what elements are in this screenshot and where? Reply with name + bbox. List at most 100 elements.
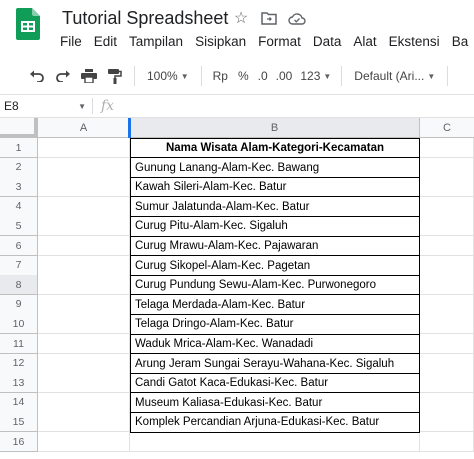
row-header[interactable]: 4 (0, 196, 38, 217)
grid-cell[interactable] (38, 353, 130, 374)
grid-cell[interactable] (420, 294, 474, 315)
column-resize-handle[interactable] (128, 118, 131, 138)
name-box[interactable]: E8 ▼ (0, 95, 92, 117)
row-header[interactable]: 12 (0, 353, 38, 374)
undo-icon[interactable] (24, 64, 50, 88)
decrease-decimal-button[interactable]: .0 (254, 64, 272, 88)
font-select[interactable]: Default (Ari... ▼ (348, 64, 441, 88)
print-icon[interactable] (76, 64, 102, 88)
chevron-down-icon: ▼ (78, 102, 86, 111)
data-cell[interactable]: Gunung Lanang-Alam-Kec. Bawang (130, 157, 420, 179)
data-cell[interactable]: Curug Mrawu-Alam-Kec. Pajawaran (130, 235, 420, 257)
grid-cell[interactable] (38, 255, 130, 276)
menu-view[interactable]: Tampilan (123, 34, 189, 49)
row-header[interactable]: 10 (0, 314, 38, 335)
column-header-a[interactable]: A (38, 118, 130, 138)
column-title-cell[interactable]: Nama Wisata Alam-Kategori-Kecamatan (130, 137, 420, 159)
paint-format-icon[interactable] (102, 64, 128, 88)
star-icon[interactable]: ☆ (232, 8, 250, 28)
grid-cell[interactable] (420, 392, 474, 413)
row-header[interactable]: 7 (0, 255, 38, 276)
grid-cell[interactable] (38, 334, 130, 354)
document-title[interactable]: Tutorial Spreadsheet (62, 8, 228, 29)
menu-file[interactable]: File (54, 34, 88, 49)
row-header[interactable]: 16 (0, 432, 38, 452)
cell-reference: E8 (4, 99, 19, 113)
menu-edit[interactable]: Edit (88, 34, 123, 49)
title-bar: Tutorial Spreadsheet ☆ File Edit Tampila… (0, 0, 474, 58)
currency-format-button[interactable]: Rp (208, 64, 233, 88)
grid-cell[interactable] (420, 255, 474, 276)
row-header[interactable]: 2 (0, 157, 38, 178)
grid-cell[interactable] (38, 275, 130, 296)
grid-cell[interactable] (38, 412, 130, 433)
data-cell[interactable]: Arung Jeram Sungai Serayu-Wahana-Kec. Si… (130, 353, 420, 375)
grid-cell[interactable] (38, 138, 130, 158)
menu-insert[interactable]: Sisipkan (189, 34, 252, 49)
grid-cell[interactable] (38, 392, 130, 413)
grid-cell[interactable] (38, 177, 130, 198)
grid-cell[interactable] (38, 314, 130, 335)
more-formats-select[interactable]: 123 ▼ (296, 64, 335, 88)
menu-help[interactable]: Ba (446, 34, 474, 49)
row-header[interactable]: 11 (0, 334, 38, 354)
column-header-c[interactable]: C (420, 118, 474, 138)
sheets-logo-icon[interactable] (16, 8, 40, 40)
grid-cell[interactable] (420, 275, 474, 296)
data-cell[interactable]: Curug Pitu-Alam-Kec. Sigaluh (130, 215, 420, 237)
zoom-select[interactable]: 100% ▼ (141, 64, 195, 88)
row-header[interactable]: 8 (0, 275, 38, 296)
grid-cell[interactable] (420, 216, 474, 237)
grid-cell[interactable] (420, 314, 474, 335)
grid-cell[interactable] (420, 177, 474, 198)
data-cell[interactable]: Telaga Merdada-Alam-Kec. Batur (130, 294, 420, 316)
data-cell[interactable]: Waduk Mrica-Alam-Kec. Wanadadi (130, 333, 420, 355)
grid-cell[interactable] (420, 334, 474, 354)
data-cell[interactable]: Museum Kaliasa-Edukasi-Kec. Batur (130, 392, 420, 414)
grid-cell[interactable] (420, 138, 474, 158)
formula-input[interactable] (122, 95, 474, 117)
increase-decimal-button[interactable]: .00 (272, 64, 297, 88)
menu-data[interactable]: Data (307, 34, 348, 49)
cloud-status-icon[interactable] (288, 8, 306, 28)
select-all-corner[interactable] (0, 118, 38, 138)
grid-cell[interactable] (420, 432, 474, 452)
grid-cell[interactable] (38, 236, 130, 256)
grid-cell[interactable] (420, 157, 474, 178)
spreadsheet-grid: A B C 1 2 3 4 5 6 7 8 9 10 11 12 13 14 15 16 Nama Wisata… (0, 118, 474, 459)
menu-tools[interactable]: Alat (347, 34, 382, 49)
data-cell[interactable]: Curug Pundung Sewu-Alam-Kec. Purwonegoro (130, 274, 420, 296)
grid-cell[interactable] (38, 432, 130, 452)
data-cell[interactable]: Curug Sikopel-Alam-Kec. Pagetan (130, 255, 420, 277)
grid-cell[interactable] (38, 373, 130, 394)
row-header[interactable]: 9 (0, 294, 38, 315)
row-header[interactable]: 15 (0, 412, 38, 433)
row-header[interactable]: 6 (0, 236, 38, 256)
data-cell[interactable]: Telaga Dringo-Alam-Kec. Batur (130, 313, 420, 335)
data-cell[interactable]: Sumur Jalatunda-Alam-Kec. Batur (130, 196, 420, 218)
row-header[interactable]: 5 (0, 216, 38, 237)
data-cell[interactable]: Komplek Percandian Arjuna-Edukasi-Kec. B… (130, 411, 420, 433)
data-cell[interactable]: Kawah Sileri-Alam-Kec. Batur (130, 176, 420, 198)
grid-cell[interactable] (420, 373, 474, 394)
row-header[interactable]: 13 (0, 373, 38, 394)
grid-cell[interactable] (420, 236, 474, 256)
menu-format[interactable]: Format (252, 34, 307, 49)
grid-cell[interactable] (38, 216, 130, 237)
row-header[interactable]: 1 (0, 138, 38, 158)
data-cell[interactable]: Candi Gatot Kaca-Edukasi-Kec. Batur (130, 372, 420, 394)
grid-cell[interactable] (130, 432, 420, 452)
grid-cell[interactable] (38, 157, 130, 178)
grid-cell[interactable] (420, 412, 474, 433)
grid-cell[interactable] (38, 294, 130, 315)
grid-cell[interactable] (420, 353, 474, 374)
grid-cell[interactable] (38, 196, 130, 217)
row-header[interactable]: 3 (0, 177, 38, 198)
grid-cell[interactable] (420, 196, 474, 217)
percent-format-button[interactable]: % (233, 64, 254, 88)
redo-icon[interactable] (50, 64, 76, 88)
row-header[interactable]: 14 (0, 392, 38, 413)
column-header-b[interactable]: B (130, 118, 420, 138)
menu-extensions[interactable]: Ekstensi (383, 34, 446, 49)
move-folder-icon[interactable] (260, 8, 278, 28)
